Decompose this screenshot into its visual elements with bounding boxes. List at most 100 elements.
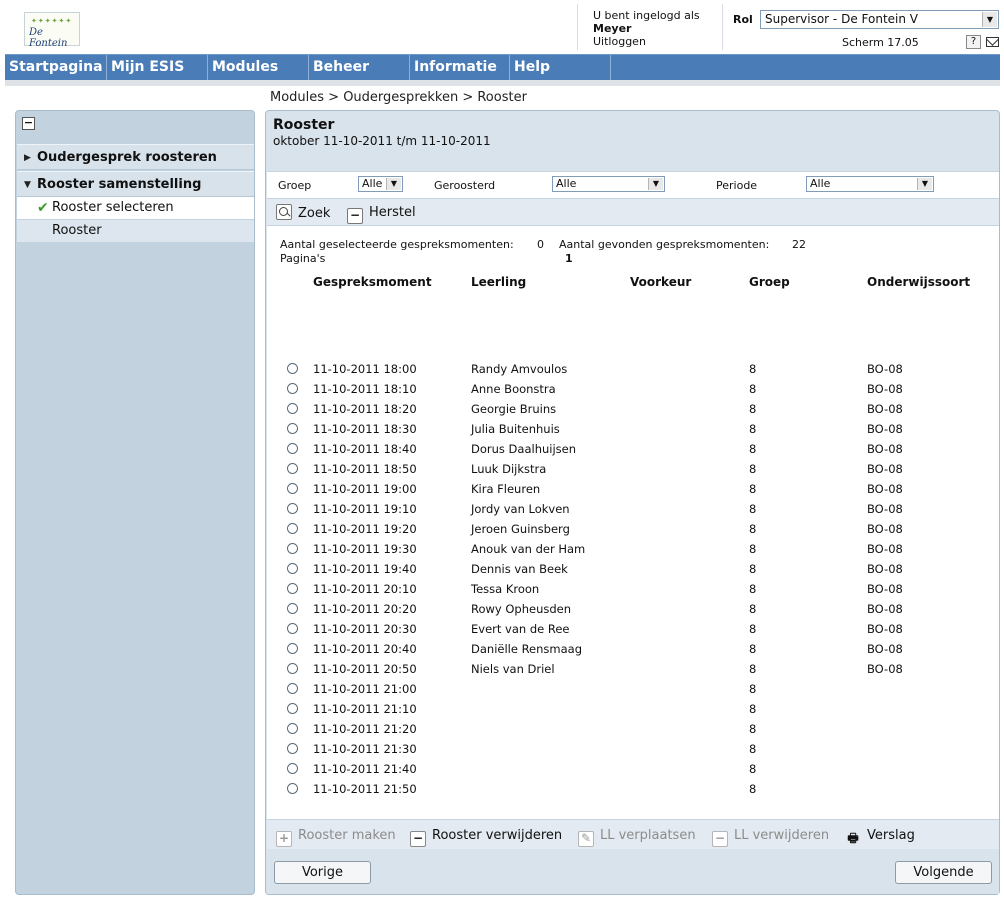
- radio-icon[interactable]: [287, 583, 298, 594]
- table-row[interactable]: 11-10-2011 18:30 Julia Buitenhuis 8 BO-08: [267, 420, 999, 440]
- radio-icon[interactable]: [287, 683, 298, 694]
- role-label: Rol: [733, 13, 753, 26]
- table-row[interactable]: 11-10-2011 18:20 Georgie Bruins 8 BO-08: [267, 400, 999, 420]
- verslag-button[interactable]: 🖶 Verslag: [845, 828, 915, 848]
- page-link[interactable]: 1: [565, 252, 573, 265]
- radio-icon[interactable]: [287, 623, 298, 634]
- table-row[interactable]: 11-10-2011 18:00 Randy Amvoulos 8 BO-08: [267, 360, 999, 380]
- cell-groep: 8: [749, 702, 757, 716]
- table-row[interactable]: 11-10-2011 21:40 8: [267, 760, 999, 780]
- table-row[interactable]: 11-10-2011 21:10 8: [267, 700, 999, 720]
- cell-groep: 8: [749, 722, 757, 736]
- pencil-icon: ✎: [578, 831, 594, 847]
- rooster-verwijderen-button[interactable]: − Rooster verwijderen: [410, 828, 562, 847]
- column-header-onderwijssoort[interactable]: Onderwijssoort: [867, 275, 970, 289]
- table-row[interactable]: 11-10-2011 20:20 Rowy Opheusden 8 BO-08: [267, 600, 999, 620]
- radio-icon[interactable]: [287, 743, 298, 754]
- radio-icon[interactable]: [287, 523, 298, 534]
- groep-filter-select[interactable]: Alle ▼: [358, 176, 403, 192]
- search-icon: [276, 204, 292, 220]
- sidebar-item-rooster-selecteren[interactable]: ✔ Rooster selecteren: [17, 197, 254, 220]
- vorige-button[interactable]: Vorige: [274, 861, 371, 884]
- zoek-button[interactable]: Zoek: [276, 204, 330, 223]
- table-row[interactable]: 11-10-2011 19:20 Jeroen Guinsberg 8 BO-08: [267, 520, 999, 540]
- nav-modules[interactable]: Modules: [208, 55, 309, 81]
- cell-onderwijssoort: BO-08: [867, 362, 903, 376]
- table-row[interactable]: 11-10-2011 18:50 Luuk Dijkstra 8 BO-08: [267, 460, 999, 480]
- chevron-down-icon: ▼: [917, 178, 932, 190]
- cell-gespreksmoment: 11-10-2011 21:00: [313, 682, 417, 696]
- sidebar-section-oudergesprek-roosteren[interactable]: ▶ Oudergesprek roosteren: [17, 144, 254, 170]
- sidebar-section-rooster-samenstelling[interactable]: ▼ Rooster samenstelling: [17, 171, 254, 197]
- cell-leerling: Anouk van der Ham: [471, 542, 586, 556]
- help-icon[interactable]: ?: [966, 35, 981, 49]
- table-row[interactable]: 11-10-2011 20:50 Niels van Driel 8 BO-08: [267, 660, 999, 680]
- table-row[interactable]: 11-10-2011 20:40 Daniëlle Rensmaag 8 BO-08: [267, 640, 999, 660]
- radio-icon[interactable]: [287, 463, 298, 474]
- table-row[interactable]: 11-10-2011 19:40 Dennis van Beek 8 BO-08: [267, 560, 999, 580]
- table-row[interactable]: 11-10-2011 21:20 8: [267, 720, 999, 740]
- radio-icon[interactable]: [287, 543, 298, 554]
- volgende-button[interactable]: Volgende: [895, 861, 992, 884]
- filter-bar: Groep Alle ▼ Geroosterd Alle ▼ Periode A…: [267, 171, 999, 198]
- radio-icon[interactable]: [287, 763, 298, 774]
- nav-help[interactable]: Help: [510, 55, 611, 81]
- radio-icon[interactable]: [287, 483, 298, 494]
- selected-count-value: 0: [537, 238, 544, 251]
- cell-gespreksmoment: 11-10-2011 21:40: [313, 762, 417, 776]
- radio-icon[interactable]: [287, 403, 298, 414]
- cell-groep: 8: [749, 742, 757, 756]
- radio-icon[interactable]: [287, 663, 298, 674]
- cell-gespreksmoment: 11-10-2011 19:10: [313, 502, 417, 516]
- cell-leerling: Tessa Kroon: [471, 582, 540, 596]
- radio-icon[interactable]: [287, 383, 298, 394]
- periode-filter-select[interactable]: Alle ▼: [806, 176, 934, 192]
- radio-icon[interactable]: [287, 603, 298, 614]
- logo-text: De Fontein: [29, 27, 68, 49]
- column-header-gespreksmoment[interactable]: Gespreksmoment: [313, 275, 432, 289]
- radio-icon[interactable]: [287, 503, 298, 514]
- page-subtitle: oktober 11-10-2011 t/m 11-10-2011: [273, 134, 491, 148]
- table-row[interactable]: 11-10-2011 21:30 8: [267, 740, 999, 760]
- radio-icon[interactable]: [287, 703, 298, 714]
- herstel-button[interactable]: − Herstel: [347, 204, 416, 224]
- table-row[interactable]: 11-10-2011 18:40 Dorus Daalhuijsen 8 BO-08: [267, 440, 999, 460]
- table-row[interactable]: 11-10-2011 21:00 8: [267, 680, 999, 700]
- radio-icon[interactable]: [287, 643, 298, 654]
- logout-link[interactable]: Uitloggen: [593, 35, 700, 48]
- ll-verplaatsen-button[interactable]: ✎ LL verplaatsen: [578, 828, 696, 847]
- radio-icon[interactable]: [287, 723, 298, 734]
- column-header-groep[interactable]: Groep: [749, 275, 790, 289]
- ll-verwijderen-button[interactable]: − LL verwijderen: [712, 828, 829, 847]
- nav-beheer[interactable]: Beheer: [309, 55, 410, 81]
- radio-icon[interactable]: [287, 563, 298, 574]
- table-row[interactable]: 11-10-2011 19:00 Kira Fleuren 8 BO-08: [267, 480, 999, 500]
- table-row[interactable]: 11-10-2011 18:10 Anne Boonstra 8 BO-08: [267, 380, 999, 400]
- column-header-leerling[interactable]: Leerling: [471, 275, 526, 289]
- role-select[interactable]: Supervisor - De Fontein V ▼: [760, 10, 999, 29]
- mail-icon[interactable]: [986, 37, 999, 47]
- nav-startpagina[interactable]: Startpagina: [5, 55, 107, 81]
- table-row[interactable]: 11-10-2011 19:30 Anouk van der Ham 8 BO-08: [267, 540, 999, 560]
- column-header-voorkeur[interactable]: Voorkeur: [630, 275, 691, 289]
- cell-groep: 8: [749, 602, 757, 616]
- table-row[interactable]: 11-10-2011 21:50 8: [267, 780, 999, 800]
- collapse-icon[interactable]: −: [22, 117, 35, 130]
- table-row[interactable]: 11-10-2011 20:30 Evert van de Ree 8 BO-08: [267, 620, 999, 640]
- nav-informatie[interactable]: Informatie: [410, 55, 510, 81]
- cell-groep: 8: [749, 482, 757, 496]
- breadcrumb: Modules > Oudergesprekken > Rooster: [270, 90, 527, 105]
- radio-icon[interactable]: [287, 363, 298, 374]
- nav-mijn-esis[interactable]: Mijn ESIS: [107, 55, 208, 81]
- table-row[interactable]: 11-10-2011 20:10 Tessa Kroon 8 BO-08: [267, 580, 999, 600]
- cell-gespreksmoment: 11-10-2011 20:50: [313, 662, 417, 676]
- cell-onderwijssoort: BO-08: [867, 522, 903, 536]
- radio-icon[interactable]: [287, 783, 298, 794]
- radio-icon[interactable]: [287, 423, 298, 434]
- sidebar-item-rooster[interactable]: Rooster: [17, 220, 254, 243]
- rooster-maken-button[interactable]: + Rooster maken: [276, 828, 396, 847]
- radio-icon[interactable]: [287, 443, 298, 454]
- logo-stars-icon: ✦✦✦✦✦✦: [31, 17, 73, 25]
- geroosterd-filter-select[interactable]: Alle ▼: [552, 176, 665, 192]
- table-row[interactable]: 11-10-2011 19:10 Jordy van Lokven 8 BO-08: [267, 500, 999, 520]
